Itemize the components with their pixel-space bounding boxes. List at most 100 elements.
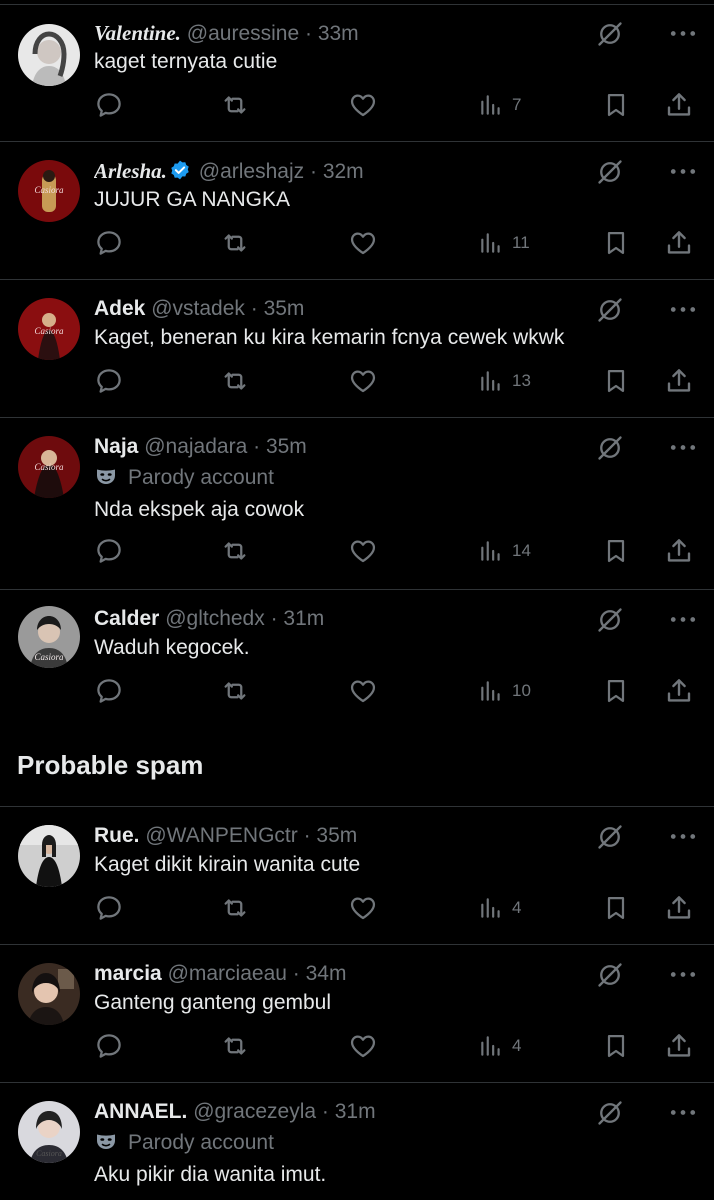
views-button[interactable]: 7 xyxy=(478,90,521,120)
post[interactable]: Casiora ANNAEL. @gracezeyla · 31m Parody… xyxy=(0,1083,714,1200)
like-button[interactable] xyxy=(348,90,378,120)
reply-button[interactable] xyxy=(94,366,124,396)
post-time[interactable]: 31m xyxy=(283,607,324,630)
author-name[interactable]: marcia xyxy=(94,962,162,985)
avatar[interactable] xyxy=(18,963,80,1025)
author-handle[interactable]: @arleshajz xyxy=(199,160,304,183)
author-handle[interactable]: @vstadek xyxy=(151,297,245,320)
author-handle[interactable]: @auressine xyxy=(187,22,299,45)
more-icon[interactable] xyxy=(670,616,696,623)
post[interactable]: Casiora Naja @najadara · 35m Parody acco… xyxy=(0,418,714,590)
repost-button[interactable] xyxy=(220,676,250,706)
reply-button[interactable] xyxy=(94,1031,124,1061)
author-name[interactable]: Valentine. xyxy=(94,21,181,45)
repost-icon xyxy=(220,90,250,120)
like-button[interactable] xyxy=(348,1031,378,1061)
post-time[interactable]: 35m xyxy=(316,824,357,847)
views-button[interactable]: 4 xyxy=(478,1031,521,1061)
more-icon[interactable] xyxy=(670,306,696,313)
bookmark-button[interactable] xyxy=(602,536,630,566)
mute-icon[interactable] xyxy=(596,823,624,851)
avatar[interactable]: Casiora xyxy=(18,436,80,498)
avatar[interactable]: Casiora xyxy=(18,606,80,668)
post-time[interactable]: 35m xyxy=(264,297,305,320)
like-button[interactable] xyxy=(348,366,378,396)
avatar[interactable] xyxy=(18,825,80,887)
post-time[interactable]: 32m xyxy=(323,160,364,183)
more-icon[interactable] xyxy=(670,444,696,451)
views-button[interactable]: 13 xyxy=(478,366,531,396)
repost-button[interactable] xyxy=(220,366,250,396)
share-button[interactable] xyxy=(664,366,694,396)
share-button[interactable] xyxy=(664,228,694,258)
mute-icon[interactable] xyxy=(596,1099,624,1127)
bookmark-button[interactable] xyxy=(602,676,630,706)
author-handle[interactable]: @najadara xyxy=(144,435,247,458)
reply-button[interactable] xyxy=(94,90,124,120)
repost-button[interactable] xyxy=(220,536,250,566)
more-icon[interactable] xyxy=(670,168,696,175)
avatar[interactable]: Casiora xyxy=(18,160,80,222)
like-button[interactable] xyxy=(348,228,378,258)
post[interactable]: Casiora Calder @gltchedx · 31m Waduh keg… xyxy=(0,590,714,730)
share-button[interactable] xyxy=(664,536,694,566)
like-button[interactable] xyxy=(348,893,378,923)
more-icon[interactable] xyxy=(670,971,696,978)
mute-icon[interactable] xyxy=(596,434,624,462)
mute-icon[interactable] xyxy=(596,961,624,989)
share-button[interactable] xyxy=(664,676,694,706)
post[interactable]: Rue. @WANPENGctr · 35m Kaget dikit kirai… xyxy=(0,807,714,945)
share-button[interactable] xyxy=(664,893,694,923)
avatar[interactable]: Casiora xyxy=(18,1101,80,1163)
reply-button[interactable] xyxy=(94,228,124,258)
post-time[interactable]: 33m xyxy=(318,22,359,45)
views-button[interactable]: 10 xyxy=(478,676,531,706)
bookmark-button[interactable] xyxy=(602,366,630,396)
post[interactable]: Valentine. @auressine · 33m kaget ternya… xyxy=(0,0,714,142)
share-button[interactable] xyxy=(664,1031,694,1061)
post[interactable]: marcia @marciaeau · 34m Ganteng ganteng … xyxy=(0,945,714,1083)
views-button[interactable]: 11 xyxy=(478,228,530,258)
author-name[interactable]: Calder xyxy=(94,607,159,630)
mute-icon[interactable] xyxy=(596,158,624,186)
author-name[interactable]: Naja xyxy=(94,435,138,458)
repost-button[interactable] xyxy=(220,228,250,258)
post-time[interactable]: 34m xyxy=(306,962,347,985)
like-button[interactable] xyxy=(348,676,378,706)
author-name[interactable]: Arlesha. xyxy=(94,159,167,183)
more-icon[interactable] xyxy=(670,30,696,37)
like-button[interactable] xyxy=(348,536,378,566)
share-button[interactable] xyxy=(664,90,694,120)
post-time[interactable]: 35m xyxy=(266,435,307,458)
author-handle[interactable]: @marciaeau xyxy=(168,962,287,985)
separator-dot: · xyxy=(304,160,323,183)
repost-button[interactable] xyxy=(220,1031,250,1061)
bookmark-button[interactable] xyxy=(602,893,630,923)
reply-button[interactable] xyxy=(94,536,124,566)
post[interactable]: Casiora Adek @vstadek · 35m Kaget, bener… xyxy=(0,280,714,418)
post[interactable]: Casiora Arlesha. @arleshajz · 32m JUJUR … xyxy=(0,142,714,280)
more-icon[interactable] xyxy=(670,1109,696,1116)
repost-button[interactable] xyxy=(220,90,250,120)
author-handle[interactable]: @WANPENGctr xyxy=(145,824,297,847)
bookmark-button[interactable] xyxy=(602,90,630,120)
repost-button[interactable] xyxy=(220,893,250,923)
author-handle[interactable]: @gltchedx xyxy=(165,607,265,630)
views-button[interactable]: 14 xyxy=(478,536,531,566)
post-time[interactable]: 31m xyxy=(335,1100,376,1123)
reply-button[interactable] xyxy=(94,893,124,923)
author-handle[interactable]: @gracezeyla xyxy=(193,1100,316,1123)
views-button[interactable]: 4 xyxy=(478,893,521,923)
mute-icon[interactable] xyxy=(596,20,624,48)
mute-icon[interactable] xyxy=(596,606,624,634)
avatar[interactable] xyxy=(18,24,80,86)
author-name[interactable]: ANNAEL. xyxy=(94,1100,187,1123)
author-name[interactable]: Rue. xyxy=(94,824,140,847)
avatar[interactable]: Casiora xyxy=(18,298,80,360)
reply-button[interactable] xyxy=(94,676,124,706)
more-icon[interactable] xyxy=(670,833,696,840)
bookmark-button[interactable] xyxy=(602,1031,630,1061)
mute-icon[interactable] xyxy=(596,296,624,324)
author-name[interactable]: Adek xyxy=(94,297,145,320)
bookmark-button[interactable] xyxy=(602,228,630,258)
